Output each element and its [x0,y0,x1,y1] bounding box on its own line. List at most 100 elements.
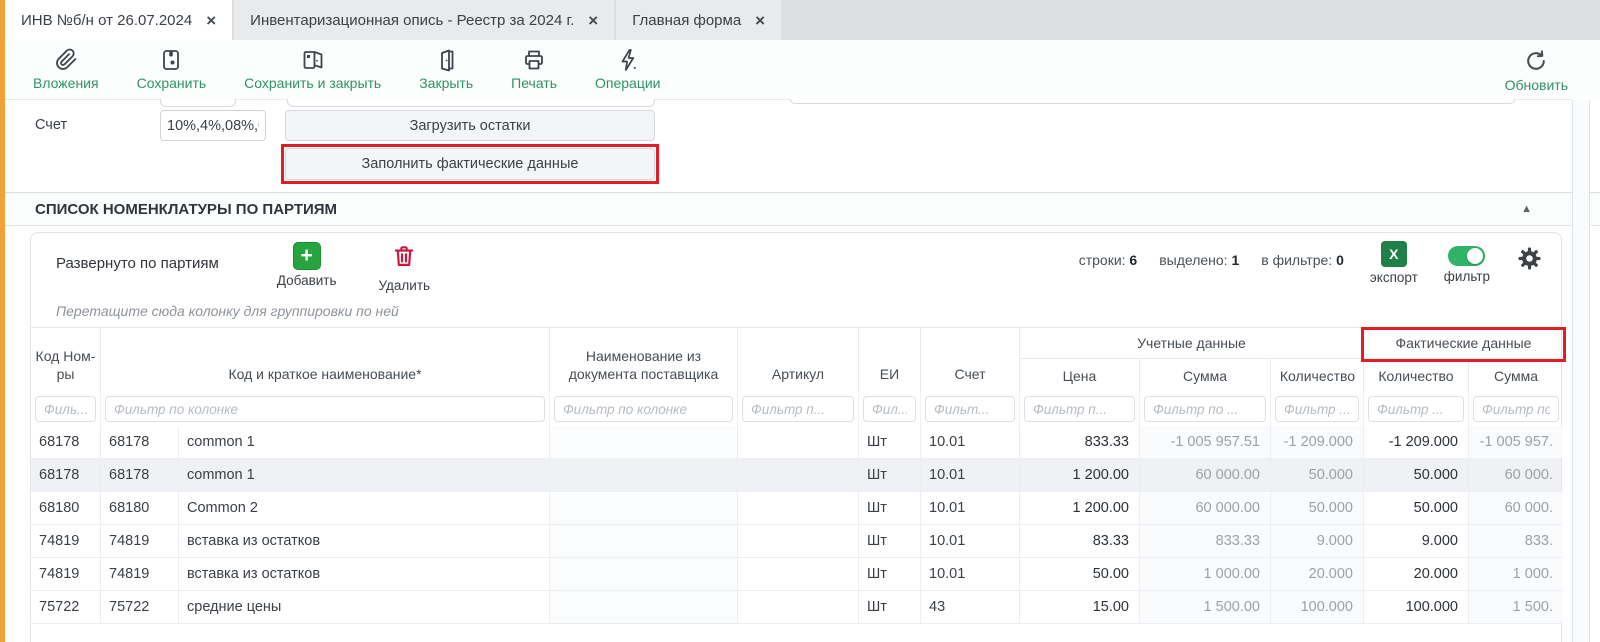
filter-article-input[interactable] [742,396,854,422]
close-form-button[interactable]: Закрыть [419,48,473,91]
cell-sum: 1 000.00 [1140,558,1271,590]
account-field-label: Счет [35,117,67,133]
cell-code: 75722 [101,591,179,623]
cell-qty: 50.000 [1271,459,1364,491]
cell-supplier [550,525,738,557]
cell-kod: 68178 [31,426,101,458]
column-header-name[interactable]: Код и краткое наименование* [101,328,550,392]
filter-toggle[interactable]: фильтр [1444,242,1490,284]
cell-account: 10.01 [921,492,1020,524]
close-label: Закрыть [419,75,473,91]
operations-label: Операции [595,75,661,91]
grid-mode-label: Развернуто по партиям [56,255,219,272]
filter-account-input[interactable] [925,396,1015,422]
cell-supplier [550,492,738,524]
close-icon[interactable]: × [588,12,598,29]
cell-unit: Шт [859,459,921,491]
table-row[interactable]: 74819 74819 вставка из остатков Шт 10.01… [31,525,1561,558]
cell-name: common 1 [179,426,550,458]
tab-inventory-doc[interactable]: ИНВ №б/н от 26.07.2024 × [5,0,232,40]
filter-sum-input[interactable] [1144,396,1266,422]
cell-qty: 100.000 [1271,591,1364,623]
cell-qty-fact: 50.000 [1364,459,1469,491]
close-icon[interactable]: × [206,12,216,29]
save-label: Сохранить [137,75,207,91]
column-header-kod[interactable]: Код Ном-ры [31,328,101,392]
column-header-qty-fact[interactable]: Количество [1364,359,1469,392]
refresh-button[interactable]: Обновить [1505,48,1568,93]
tab-main-form[interactable]: Главная форма × [616,0,781,40]
vertical-scrollbar[interactable] [1572,100,1590,642]
group-uchet: Учетные данные Цена Сумма Количество [1020,328,1364,392]
add-row-button[interactable]: + Добавить [277,242,337,288]
cell-qty: 20.000 [1271,558,1364,590]
cell-account: 10.01 [921,426,1020,458]
filtered-count: в фильтре: 0 [1261,252,1344,268]
printer-icon [522,48,546,72]
paperclip-icon [54,48,78,72]
cell-unit: Шт [859,525,921,557]
cell-supplier [550,591,738,623]
column-header-qty[interactable]: Количество [1271,359,1364,392]
group-by-hint: Перетащите сюда колонку для группировки … [31,293,1561,327]
cell-kod: 68180 [31,492,101,524]
delete-label: Удалить [379,278,431,293]
close-icon[interactable]: × [755,12,765,29]
load-leftovers-button[interactable]: Загрузить остатки [285,110,655,141]
cell-unit: Шт [859,558,921,590]
table-row[interactable]: 68180 68180 Common 2 Шт 10.01 1 200.00 6… [31,492,1561,525]
print-label: Печать [511,75,557,91]
filter-name-input[interactable] [105,396,545,422]
refresh-icon [1523,48,1549,74]
excel-export-button[interactable]: X экспорт [1370,241,1418,285]
cell-supplier [550,459,738,491]
cell-sum-fact: 1 000. [1469,558,1563,590]
column-header-account[interactable]: Счет [921,328,1020,392]
grid-settings-button[interactable] [1516,245,1543,277]
operations-button[interactable]: Операции [595,48,661,91]
cell-price: 83.33 [1020,525,1140,557]
column-header-price[interactable]: Цена [1020,359,1140,392]
cell-unit: Шт [859,591,921,623]
cell-sum: 60 000.00 [1140,459,1271,491]
cell-sum: 833.33 [1140,525,1271,557]
table-row[interactable]: 68178 68178 common 1 Шт 10.01 1 200.00 6… [31,459,1561,492]
lightning-icon [616,48,640,72]
save-button[interactable]: Сохранить [137,48,207,91]
filter-qty-input[interactable] [1275,396,1359,422]
grid-toolbar: Развернуто по партиям + Добавить Удалить… [31,233,1561,293]
batch-list-panel: Развернуто по партиям + Добавить Удалить… [30,232,1562,642]
column-header-unit[interactable]: ЕИ [859,328,921,392]
table-row[interactable]: 75722 75722 средние цены Шт 43 15.00 1 5… [31,591,1561,624]
filter-qty-fact-input[interactable] [1368,396,1464,422]
column-header-sum-fact[interactable]: Сумма [1469,359,1563,392]
table-row[interactable]: 74819 74819 вставка из остатков Шт 10.01… [31,558,1561,591]
print-button[interactable]: Печать [511,48,557,91]
attachments-button[interactable]: Вложения [33,48,99,91]
fill-actual-highlight: Заполнить фактические данные [281,144,659,184]
filter-kod-input[interactable] [35,396,96,422]
cell-article [738,459,859,491]
tab-title: ИНВ №б/н от 26.07.2024 [21,12,192,29]
cell-sum-fact: 60 000. [1469,459,1563,491]
cell-code: 68178 [101,426,179,458]
filter-unit-input[interactable] [863,396,916,422]
fill-actual-button[interactable]: Заполнить фактические данные [285,148,655,180]
filter-sum-fact-input[interactable] [1473,396,1559,422]
delete-row-button[interactable]: Удалить [379,242,431,293]
cell-article [738,525,859,557]
cell-sum-fact: 60 000. [1469,492,1563,524]
account-input[interactable] [160,110,266,141]
filter-supplier-input[interactable] [554,396,733,422]
save-icon [159,48,183,72]
save-and-close-button[interactable]: Сохранить и закрыть [244,48,381,91]
table-row[interactable]: 68178 68178 common 1 Шт 10.01 833.33 -1 … [31,426,1561,459]
column-header-sum[interactable]: Сумма [1140,359,1271,392]
column-header-article[interactable]: Артикул [738,328,859,392]
collapse-section-icon[interactable]: ▲ [1521,203,1532,215]
filter-price-input[interactable] [1024,396,1135,422]
column-header-supplier[interactable]: Наименование из документа поставщика [550,328,738,392]
gear-icon [1516,259,1543,276]
tab-inventory-register[interactable]: Инвентаризационная опись - Реестр за 202… [234,0,614,40]
cell-unit: Шт [859,426,921,458]
